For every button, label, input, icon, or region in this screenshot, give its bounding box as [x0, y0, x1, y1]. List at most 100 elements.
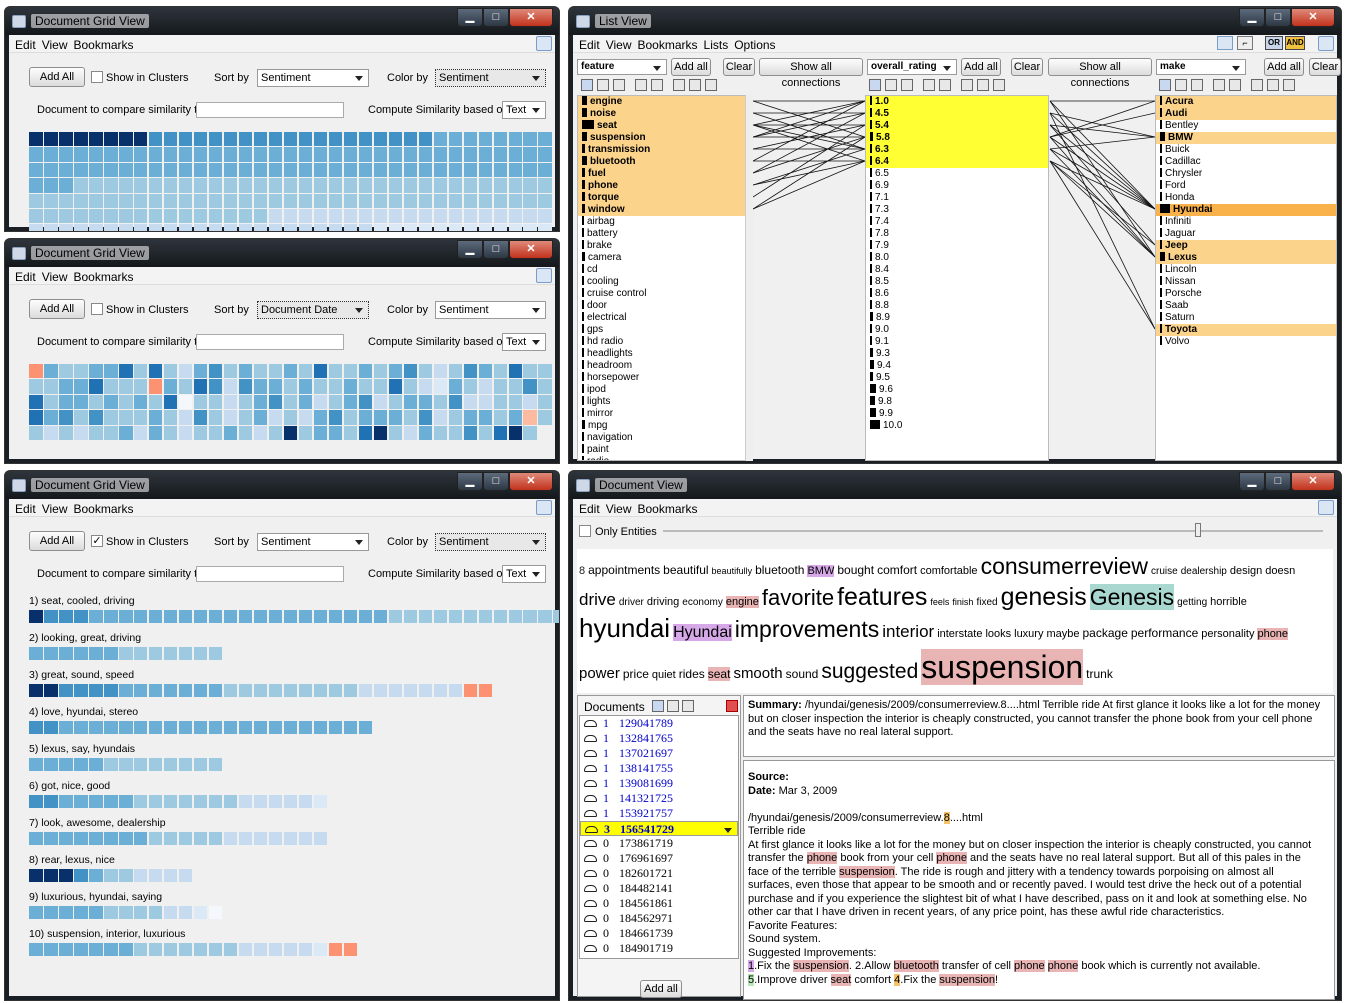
- list-item[interactable]: 9.0: [866, 324, 1048, 336]
- document-cell[interactable]: [238, 364, 253, 379]
- document-cell[interactable]: [118, 379, 133, 394]
- document-cell[interactable]: [238, 425, 253, 440]
- document-cell[interactable]: [133, 832, 148, 845]
- list-item[interactable]: 8.0: [866, 252, 1048, 264]
- document-cell[interactable]: [253, 410, 268, 425]
- eye-icon[interactable]: [584, 780, 597, 787]
- document-cell[interactable]: [478, 610, 493, 623]
- document-cell[interactable]: [403, 425, 418, 440]
- document-cell[interactable]: [373, 610, 388, 623]
- document-cell[interactable]: [418, 224, 433, 231]
- document-cell[interactable]: [193, 684, 208, 697]
- cloud-word[interactable]: features: [837, 583, 927, 611]
- document-cell[interactable]: [58, 208, 73, 224]
- eye-icon[interactable]: [584, 885, 597, 892]
- document-row[interactable]: 1 137021697: [580, 746, 738, 761]
- document-cell[interactable]: [388, 684, 403, 697]
- list-item[interactable]: suspension: [578, 132, 752, 144]
- align-left-icon[interactable]: [673, 79, 685, 91]
- document-cell[interactable]: [178, 943, 193, 956]
- document-cell[interactable]: [328, 379, 343, 394]
- document-cell[interactable]: [73, 943, 88, 956]
- list-item[interactable]: mpg: [578, 420, 752, 432]
- document-cell[interactable]: [223, 132, 238, 147]
- document-cell[interactable]: [508, 394, 523, 410]
- list-item[interactable]: 7.3: [866, 204, 1048, 216]
- align-right-icon[interactable]: [993, 79, 1005, 91]
- list-item[interactable]: 9.4: [866, 360, 1048, 372]
- document-cell[interactable]: [29, 410, 43, 425]
- document-cell[interactable]: [133, 208, 148, 224]
- compute-select[interactable]: Text: [502, 333, 546, 351]
- document-cell[interactable]: [448, 162, 463, 178]
- document-cell[interactable]: [73, 208, 88, 224]
- document-cell[interactable]: [508, 178, 523, 193]
- document-cell[interactable]: [538, 394, 553, 410]
- document-cell[interactable]: [178, 208, 193, 224]
- document-cell[interactable]: [358, 162, 373, 178]
- layout-icon[interactable]: [1217, 36, 1233, 50]
- menu-edit[interactable]: Edit: [15, 38, 36, 52]
- document-cell[interactable]: [208, 178, 223, 193]
- show-clusters-checkbox[interactable]: [91, 71, 103, 83]
- document-cell[interactable]: [298, 132, 313, 147]
- document-cell[interactable]: [178, 610, 193, 623]
- document-cell[interactable]: [88, 193, 103, 208]
- list-item[interactable]: camera: [578, 252, 752, 264]
- document-cell[interactable]: [538, 162, 553, 178]
- document-cell[interactable]: [148, 162, 163, 178]
- list-item[interactable]: 8.9: [866, 312, 1048, 324]
- document-cell[interactable]: [388, 224, 403, 231]
- sort-by-select[interactable]: Sentiment: [257, 69, 369, 87]
- maximize-button[interactable]: □: [1265, 8, 1291, 27]
- sort-icon[interactable]: [923, 79, 935, 91]
- minimize-button[interactable]: ▁: [457, 8, 483, 27]
- document-cell[interactable]: [538, 132, 553, 147]
- document-cell[interactable]: [268, 425, 283, 440]
- document-cell[interactable]: [163, 758, 178, 771]
- document-cell[interactable]: [253, 132, 268, 147]
- document-cell[interactable]: [29, 684, 43, 697]
- document-cell[interactable]: [313, 193, 328, 208]
- document-cell[interactable]: [268, 394, 283, 410]
- document-cell[interactable]: [283, 162, 298, 178]
- document-cell[interactable]: [238, 394, 253, 410]
- document-cell[interactable]: [433, 193, 448, 208]
- document-cell[interactable]: [493, 425, 508, 440]
- document-cell[interactable]: [298, 684, 313, 697]
- list-item[interactable]: noise: [578, 108, 752, 120]
- document-cell[interactable]: [523, 394, 538, 410]
- document-cell[interactable]: [493, 162, 508, 178]
- cloud-word[interactable]: luxury: [1014, 628, 1043, 640]
- document-cell[interactable]: [58, 193, 73, 208]
- align-center-icon[interactable]: [977, 79, 989, 91]
- menu-view[interactable]: View: [42, 502, 68, 516]
- document-cell[interactable]: [163, 647, 178, 660]
- document-cell[interactable]: [298, 162, 313, 178]
- document-cell[interactable]: [298, 943, 313, 956]
- document-cell[interactable]: [148, 425, 163, 440]
- document-cell[interactable]: [283, 147, 298, 162]
- document-cell[interactable]: [298, 721, 313, 734]
- list-item[interactable]: electrical: [578, 312, 752, 324]
- document-cell[interactable]: [433, 162, 448, 178]
- document-cell[interactable]: [163, 224, 178, 231]
- document-cell[interactable]: [358, 364, 373, 379]
- document-cell[interactable]: [118, 943, 133, 956]
- document-cell[interactable]: [223, 162, 238, 178]
- document-cell[interactable]: [358, 425, 373, 440]
- document-cell[interactable]: [133, 647, 148, 660]
- feature-select[interactable]: feature: [577, 59, 667, 75]
- document-cell[interactable]: [328, 394, 343, 410]
- document-cell[interactable]: [163, 721, 178, 734]
- document-cell[interactable]: [163, 394, 178, 410]
- document-cell[interactable]: [268, 147, 283, 162]
- document-cell[interactable]: [268, 132, 283, 147]
- document-cell[interactable]: [298, 364, 313, 379]
- document-cell[interactable]: [178, 394, 193, 410]
- title-bar[interactable]: Document Grid View ▁ □ ✕: [5, 7, 559, 35]
- document-cell[interactable]: [253, 147, 268, 162]
- document-cell[interactable]: [418, 684, 433, 697]
- list-item[interactable]: 7.9: [866, 240, 1048, 252]
- document-cell[interactable]: [133, 224, 148, 231]
